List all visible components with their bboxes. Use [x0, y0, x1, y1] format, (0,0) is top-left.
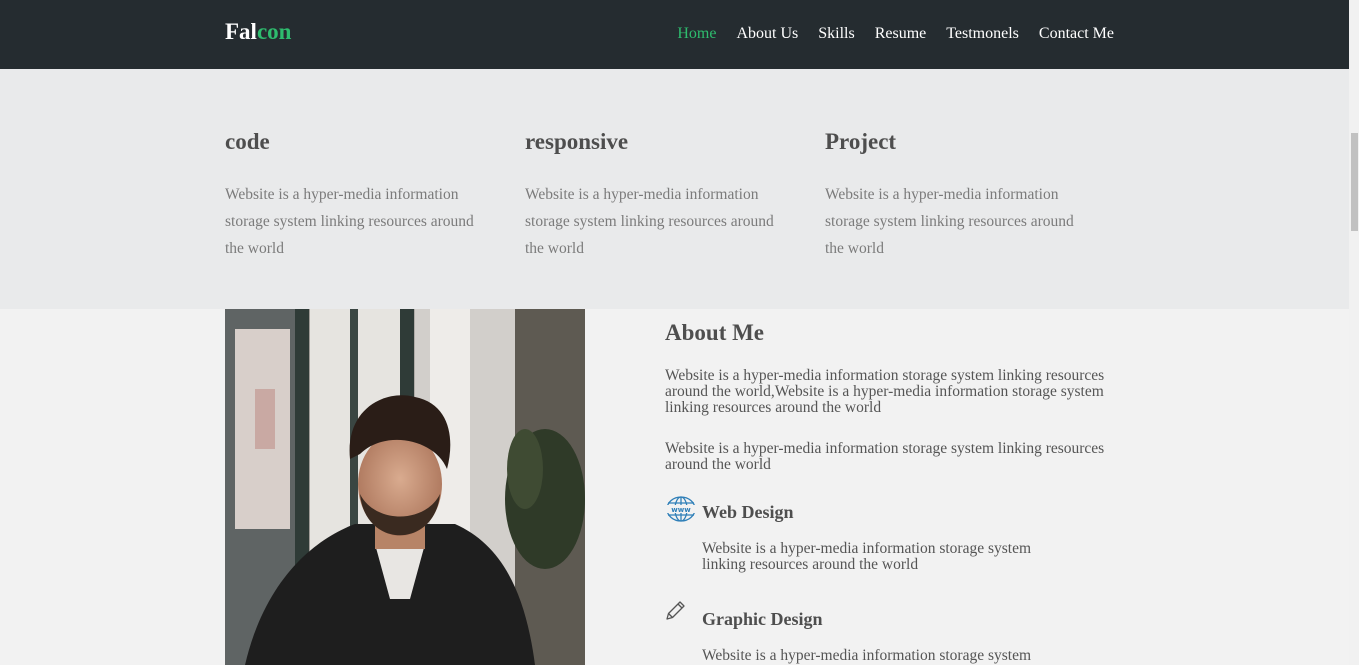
profile-photo [225, 309, 585, 665]
feature-card-responsive: responsive Website is a hyper-media info… [525, 128, 795, 262]
feature-text: Website is a hyper-media information sto… [825, 186, 1074, 257]
about-paragraph: Website is a hyper-media information sto… [665, 367, 1105, 416]
svg-text:www: www [671, 506, 691, 514]
nav-link-about-us[interactable]: About Us [736, 24, 798, 44]
features-section: code Website is a hyper-media informatio… [0, 69, 1349, 309]
service-text: Website is a hyper-media information sto… [702, 647, 1032, 664]
service-title: Graphic Design [702, 609, 823, 629]
nav-link-contact-me[interactable]: Contact Me [1039, 24, 1114, 44]
service-title: Web Design [702, 502, 794, 522]
service-text: Website is a hyper-media information sto… [702, 540, 1032, 573]
globe-www-icon: www [665, 495, 697, 528]
feature-text: Website is a hyper-media information sto… [225, 186, 474, 257]
pencil-icon [665, 599, 687, 626]
nav-link-skills[interactable]: Skills [818, 24, 854, 44]
nav-link-resume[interactable]: Resume [875, 24, 927, 44]
feature-card-project: Project Website is a hyper-media informa… [825, 128, 1095, 262]
page-scrollbar[interactable] [1349, 0, 1359, 665]
brand-logo-part1: Fal [225, 19, 257, 44]
feature-title: code [225, 129, 270, 154]
brand-logo[interactable]: Falcon [225, 19, 291, 45]
scrollbar-thumb[interactable] [1351, 133, 1358, 231]
feature-title: Project [825, 129, 897, 154]
nav-link-testmonels[interactable]: Testmonels [946, 24, 1019, 44]
nav-menu: Home About Us Skills Resume Testmonels C… [677, 24, 1114, 44]
navbar: Falcon Home About Us Skills Resume Testm… [0, 0, 1349, 69]
brand-logo-part2: con [256, 19, 292, 44]
about-section: About Me Website is a hyper-media inform… [665, 309, 1105, 664]
feature-text: Website is a hyper-media information sto… [525, 186, 774, 257]
feature-card-code: code Website is a hyper-media informatio… [225, 128, 495, 262]
about-title: About Me [665, 320, 765, 345]
feature-title: responsive [525, 129, 629, 154]
about-paragraph: Website is a hyper-media information sto… [665, 440, 1105, 473]
nav-link-home[interactable]: Home [677, 24, 716, 44]
